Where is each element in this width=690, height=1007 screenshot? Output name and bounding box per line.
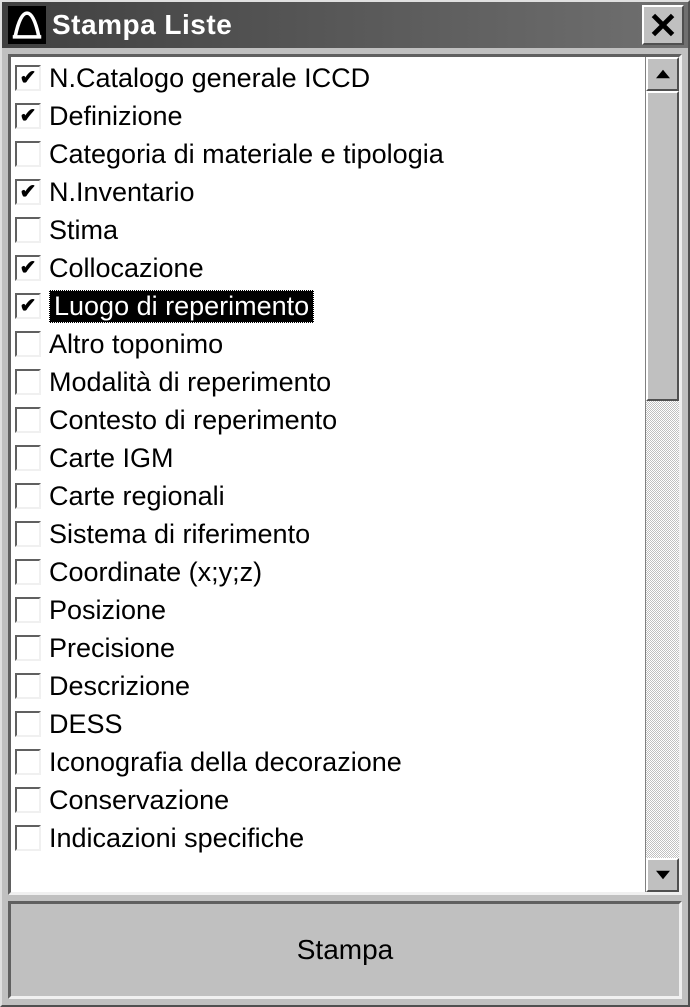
list-item-label: Altro toponimo <box>49 329 223 360</box>
list-item[interactable]: Sistema di riferimento <box>11 515 645 553</box>
checkbox[interactable] <box>15 445 41 471</box>
checkbox[interactable] <box>15 787 41 813</box>
list-item[interactable]: Indicazioni specifiche <box>11 819 645 857</box>
list-item-label: Stima <box>49 215 118 246</box>
list-item[interactable]: DESS <box>11 705 645 743</box>
app-icon <box>8 6 46 44</box>
list-item-label: Posizione <box>49 595 166 626</box>
checkbox[interactable] <box>15 597 41 623</box>
checkbox[interactable] <box>15 559 41 585</box>
list-item[interactable]: Precisione <box>11 629 645 667</box>
checkbox[interactable] <box>15 711 41 737</box>
checkbox[interactable] <box>15 179 41 205</box>
list-item-label: Contesto di reperimento <box>49 405 337 436</box>
checkbox[interactable] <box>15 825 41 851</box>
list-item[interactable]: Altro toponimo <box>11 325 645 363</box>
list-item-label: Definizione <box>49 101 183 132</box>
list-item[interactable]: Stima <box>11 211 645 249</box>
print-button[interactable]: Stampa <box>23 916 667 984</box>
list-item[interactable]: Collocazione <box>11 249 645 287</box>
list-item[interactable]: Descrizione <box>11 667 645 705</box>
list-item-label: Sistema di riferimento <box>49 519 310 550</box>
checkbox[interactable] <box>15 521 41 547</box>
list-item[interactable]: Luogo di reperimento <box>11 287 645 325</box>
checkbox[interactable] <box>15 293 41 319</box>
content-frame: N.Catalogo generale ICCD Definizione Categ… <box>8 54 682 895</box>
scroll-thumb[interactable] <box>646 91 679 401</box>
list-item[interactable]: Carte regionali <box>11 477 645 515</box>
scroll-down-button[interactable] <box>646 858 679 892</box>
list-item-label: Carte IGM <box>49 443 174 474</box>
list-item[interactable]: Contesto di reperimento <box>11 401 645 439</box>
dialog-window: Stampa Liste N.Catalogo generale ICCD Def… <box>0 0 690 1007</box>
arrow-down-icon <box>656 870 670 880</box>
checkbox[interactable] <box>15 255 41 281</box>
list-item-label: Luogo di reperimento <box>49 290 314 323</box>
list-item[interactable]: Iconografia della decorazione <box>11 743 645 781</box>
list-item-label: N.Inventario <box>49 177 195 208</box>
list-item[interactable]: Coordinate (x;y;z) <box>11 553 645 591</box>
checkbox[interactable] <box>15 331 41 357</box>
list-item-label: Collocazione <box>49 253 204 284</box>
scroll-up-button[interactable] <box>646 57 679 91</box>
field-listbox[interactable]: N.Catalogo generale ICCD Definizione Categ… <box>11 57 645 892</box>
list-item[interactable]: Carte IGM <box>11 439 645 477</box>
close-button[interactable] <box>642 5 684 45</box>
checkbox[interactable] <box>15 407 41 433</box>
list-item-label: Coordinate (x;y;z) <box>49 557 262 588</box>
checkbox[interactable] <box>15 103 41 129</box>
checkbox[interactable] <box>15 483 41 509</box>
checkbox[interactable] <box>15 369 41 395</box>
list-item-label: DESS <box>49 709 123 740</box>
list-item-label: Descrizione <box>49 671 190 702</box>
list-item-label: Indicazioni specifiche <box>49 823 304 854</box>
close-icon <box>651 13 675 37</box>
window-title: Stampa Liste <box>52 9 642 41</box>
list-item[interactable]: N.Inventario <box>11 173 645 211</box>
list-item[interactable]: Categoria di materiale e tipologia <box>11 135 645 173</box>
list-item[interactable]: Modalità di reperimento <box>11 363 645 401</box>
list-item-label: Modalità di reperimento <box>49 367 331 398</box>
list-item[interactable]: N.Catalogo generale ICCD <box>11 59 645 97</box>
vertical-scrollbar[interactable] <box>645 57 679 892</box>
list-item-label: N.Catalogo generale ICCD <box>49 63 370 94</box>
checkbox[interactable] <box>15 217 41 243</box>
list-item-label: Conservazione <box>49 785 229 816</box>
titlebar[interactable]: Stampa Liste <box>2 2 688 48</box>
list-item[interactable]: Posizione <box>11 591 645 629</box>
list-item[interactable]: Conservazione <box>11 781 645 819</box>
button-bar: Stampa <box>8 901 682 999</box>
list-item-label: Categoria di materiale e tipologia <box>49 139 444 170</box>
arrow-up-icon <box>656 69 670 79</box>
list-item-label: Precisione <box>49 633 175 664</box>
checkbox[interactable] <box>15 635 41 661</box>
checkbox[interactable] <box>15 65 41 91</box>
checkbox[interactable] <box>15 749 41 775</box>
list-item[interactable]: Definizione <box>11 97 645 135</box>
listbox-wrapper: N.Catalogo generale ICCD Definizione Categ… <box>11 57 679 892</box>
checkbox[interactable] <box>15 673 41 699</box>
scroll-track[interactable] <box>646 91 679 858</box>
list-item-label: Iconografia della decorazione <box>49 747 402 778</box>
checkbox[interactable] <box>15 141 41 167</box>
list-item-label: Carte regionali <box>49 481 225 512</box>
